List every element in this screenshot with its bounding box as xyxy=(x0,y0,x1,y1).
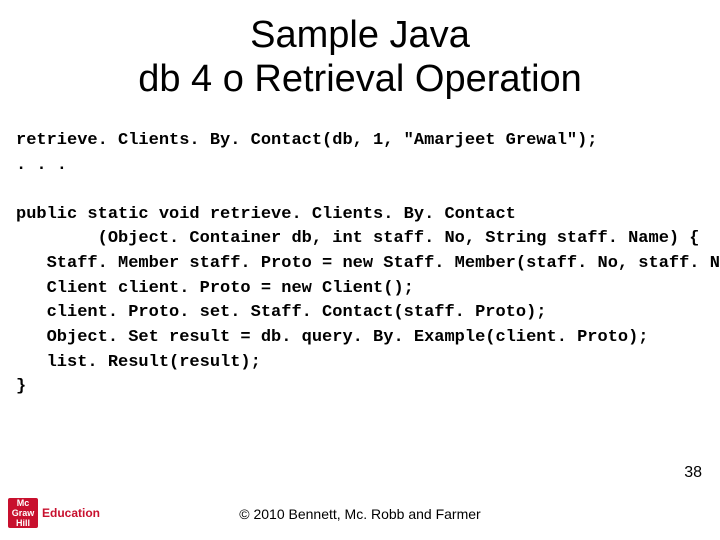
code-snippet-1: retrieve. Clients. By. Contact(db, 1, "A… xyxy=(0,129,720,178)
code-snippet-2: public static void retrieve. Clients. By… xyxy=(0,203,720,400)
slide: Sample Java db 4 o Retrieval Operation r… xyxy=(0,0,720,540)
slide-title: Sample Java db 4 o Retrieval Operation xyxy=(0,0,720,101)
title-line-1: Sample Java xyxy=(250,14,470,56)
copyright-text: © 2010 Bennett, Mc. Robb and Farmer xyxy=(0,506,720,522)
slide-number: 38 xyxy=(684,464,702,482)
title-line-2: db 4 o Retrieval Operation xyxy=(138,58,582,100)
footer: Mc Graw Hill Education © 2010 Bennett, M… xyxy=(0,490,720,530)
